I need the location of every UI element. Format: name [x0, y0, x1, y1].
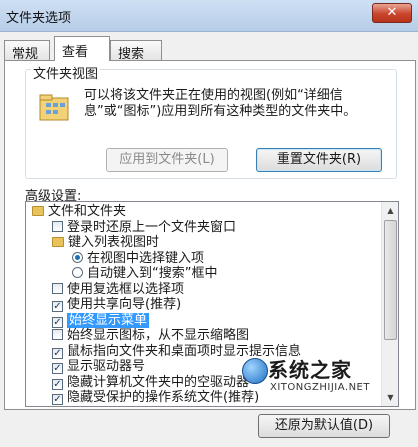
folder-icon: [32, 206, 44, 216]
tree-item-label: 使用复选框以选择项: [67, 281, 185, 297]
tree-option[interactable]: 始终显示图标，从不显示缩略图: [52, 328, 249, 344]
tab-view[interactable]: 查看: [54, 36, 110, 61]
tree-option[interactable]: 在视图中选择键入项: [72, 251, 204, 267]
tree-item-label: 显示驱动器号: [67, 359, 146, 374]
tree-item-label: 使用共享向导(推荐): [67, 297, 182, 312]
tree-option[interactable]: ✓ 隐藏计算机文件夹中的空驱动器: [52, 375, 249, 391]
checkbox[interactable]: [52, 220, 63, 232]
checkbox[interactable]: ✓: [52, 347, 63, 359]
tree-item-label: 隐藏计算机文件夹中的空驱动器: [67, 374, 250, 390]
tree-item-label: 文件和文件夹: [48, 204, 127, 219]
radio-button[interactable]: [72, 267, 83, 278]
close-icon: ✕: [386, 5, 398, 20]
folder-views-label: 文件夹视图: [31, 63, 101, 82]
apply-to-folders-button[interactable]: 应用到文件夹(L): [106, 148, 228, 172]
tree-item-label: 键入列表视图时: [68, 235, 160, 250]
checkbox[interactable]: [52, 329, 63, 340]
scroll-thumb[interactable]: [384, 220, 397, 340]
tree-option[interactable]: 使用复选框以选择项: [52, 282, 184, 298]
tree-item-label: 始终显示图标，从不显示缩略图: [67, 328, 250, 343]
window-title: 文件夹选项: [6, 11, 72, 26]
reset-folders-button[interactable]: 重置文件夹(R): [256, 148, 382, 172]
folder-icon: [52, 237, 64, 247]
checkbox[interactable]: ✓: [52, 394, 63, 405]
tree-group: 键入列表视图时: [52, 235, 159, 251]
folder-views-description: 可以将该文件夹正在使用的视图(例如“详细信息”或“图标”)应用到所有这种类型的文…: [84, 88, 357, 119]
tree-option[interactable]: 自动键入到“搜索”框中: [72, 266, 217, 282]
tree-item-label: 在视图中选择键入项: [87, 250, 205, 266]
tab-strip: 常规 查看 搜索: [0, 36, 418, 62]
restore-defaults-button[interactable]: 还原为默认值(D): [258, 414, 390, 438]
checkbox[interactable]: ✓: [52, 316, 63, 328]
watermark-cn: 系统之家: [268, 358, 352, 382]
watermark-logo: 系统之家 XITONGZHIJIA.NET: [238, 352, 408, 404]
scroll-up-icon[interactable]: ▲: [382, 202, 398, 219]
tree-option[interactable]: ✓ 使用共享向导(推荐): [52, 297, 181, 313]
watermark-en: XITONGZHIJIA.NET: [270, 382, 370, 393]
folder-views-group: 可以将该文件夹正在使用的视图(例如“详细信息”或“图标”)应用到所有这种类型的文…: [25, 69, 397, 179]
tree-option[interactable]: ✓ 隐藏受保护的操作系统文件(推荐): [52, 390, 259, 406]
checkbox[interactable]: ✓: [52, 363, 63, 374]
folder-views-icon: [39, 94, 69, 121]
tree-item-label: 登录时还原上一个文件夹窗口: [67, 219, 237, 235]
tree-group: 文件和文件夹: [32, 204, 126, 220]
close-button[interactable]: ✕: [372, 3, 412, 23]
tree-option[interactable]: ✓ 显示驱动器号: [52, 359, 145, 375]
tab-search[interactable]: 搜索: [110, 40, 162, 62]
checkbox[interactable]: ✓: [52, 301, 63, 312]
tree-item-label: 始终显示菜单: [67, 312, 150, 328]
tree-option[interactable]: ✓ 始终显示菜单: [52, 312, 150, 329]
tree-item-label: 自动键入到“搜索”框中: [87, 266, 218, 281]
tree-item-label: 隐藏受保护的操作系统文件(推荐): [67, 390, 260, 405]
tab-general[interactable]: 常规: [4, 40, 50, 62]
tree-option[interactable]: 登录时还原上一个文件夹窗口: [52, 220, 236, 236]
title-bar: 文件夹选项 ✕: [0, 0, 418, 32]
radio-button[interactable]: [72, 251, 83, 263]
globe-icon: [242, 358, 268, 384]
checkbox[interactable]: [52, 282, 63, 294]
checkbox[interactable]: ✓: [52, 378, 63, 390]
